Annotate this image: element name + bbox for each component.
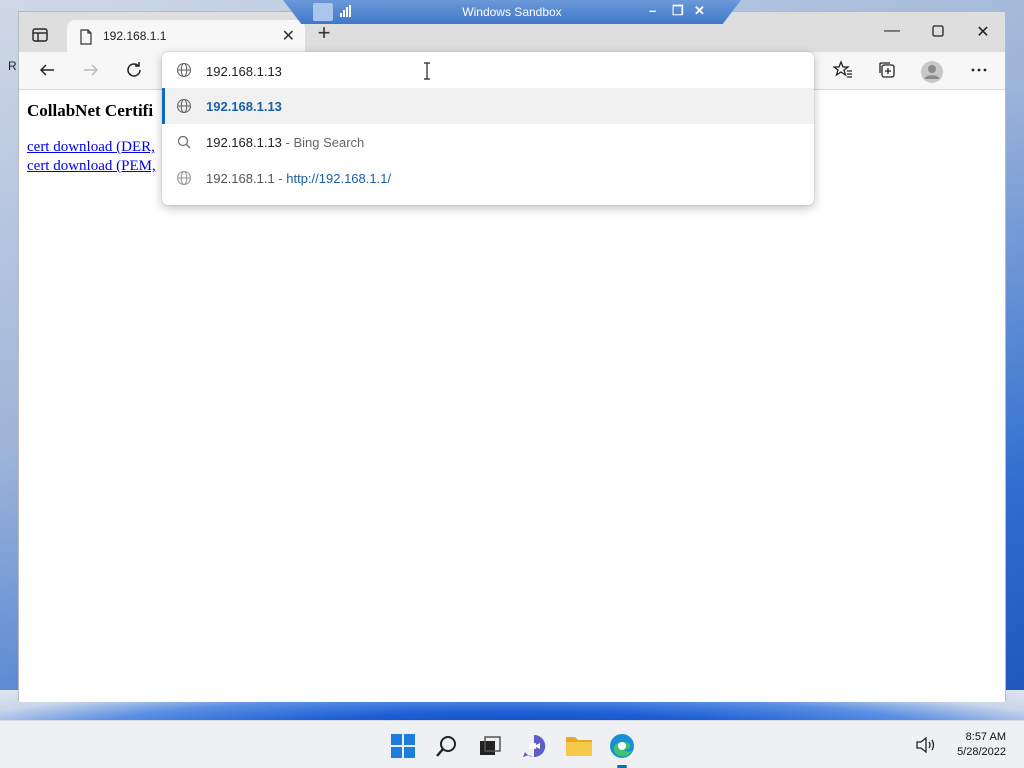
globe-icon [176,98,192,114]
close-window-button[interactable]: ✕ [972,22,994,42]
refresh-icon [127,62,141,77]
taskbar-search-button[interactable] [434,733,460,759]
arrow-left-icon [39,64,54,76]
file-explorer-icon [566,737,592,756]
clock-date: 5/28/2022 [957,746,1006,758]
taskbar: 8:57 AM 5/28/2022 [0,720,1024,768]
forward-button[interactable] [79,60,103,82]
speaker-icon [916,736,935,754]
suggestion-item[interactable]: 192.168.1.1 - http://192.168.1.1/ [162,160,814,196]
suggestion-separator: - [274,171,287,186]
settings-more-button[interactable] [967,60,991,82]
file-explorer-button[interactable] [565,733,592,759]
favorites-button[interactable] [831,60,855,82]
edge-icon [610,734,634,758]
tab-active[interactable]: 192.168.1.1 ✕ [67,20,305,52]
volume-button[interactable] [916,736,936,754]
clock-time: 8:57 AM [965,731,1006,743]
task-view-icon [480,736,501,755]
collections-icon [879,62,895,78]
minimize-button[interactable]: — [881,22,903,42]
more-icon [971,68,987,72]
task-view-button[interactable] [477,733,503,759]
start-icon [391,734,415,758]
close-tab-button[interactable]: ✕ [282,26,295,46]
address-input[interactable] [206,61,766,81]
clock[interactable]: 8:57 AM 5/28/2022 [946,730,1006,760]
collections-button[interactable] [875,60,899,82]
globe-icon [176,62,192,78]
text-cursor-icon [424,62,430,80]
start-button[interactable] [390,733,416,759]
favorites-star-icon [833,60,852,78]
chat-icon [523,734,546,757]
back-button[interactable] [35,60,59,82]
profile-button[interactable] [920,60,944,83]
suggestion-query: 192.168.1.1 [206,171,275,186]
cert-download-pem-link[interactable]: cert download (PEM, [27,158,156,175]
tab-actions-button[interactable] [31,26,49,44]
new-tab-button[interactable]: + [312,22,336,46]
suggestion-text: 192.168.1.1 - http://192.168.1.1/ [206,171,391,186]
page-icon [80,29,92,45]
avatar-icon [921,61,943,83]
address-bar [162,52,814,88]
suggestion-item[interactable]: 192.168.1.13 - Bing Search [162,124,814,160]
suggestion-text: 192.168.1.13 - Bing Search [206,135,364,150]
suggestion-item[interactable]: 192.168.1.13 [162,88,814,124]
desktop-icon-label: R [8,59,17,73]
edge-taskbar-button[interactable] [609,733,635,768]
sandbox-title-bar: Windows Sandbox – ❐ ✕ [283,0,741,24]
chat-button[interactable] [521,733,547,759]
search-icon [436,736,456,757]
tab-actions-icon [32,28,48,42]
refresh-button[interactable] [122,60,146,82]
suggestion-source: - Bing Search [281,135,365,150]
maximize-button[interactable] [927,22,949,42]
suggestion-url: http://192.168.1.1/ [286,171,392,186]
suggestion-text: 192.168.1.13 [206,99,282,114]
globe-icon [176,170,192,186]
sandbox-restore-button[interactable]: ❐ [672,3,684,19]
arrow-right-icon [84,64,99,76]
address-bar-dropdown: 192.168.1.13 192.168.1.13 - Bing Search … [162,52,814,205]
sandbox-minimize-button[interactable]: – [649,3,656,18]
maximize-icon [932,25,944,37]
tab-title: 192.168.1.1 [103,29,167,43]
search-icon [177,135,191,149]
suggestion-query: 192.168.1.13 [206,135,282,150]
cert-download-der-link[interactable]: cert download (DER, [27,139,155,156]
page-title: CollabNet Certifi [27,101,154,120]
sandbox-close-button[interactable]: ✕ [694,3,705,19]
